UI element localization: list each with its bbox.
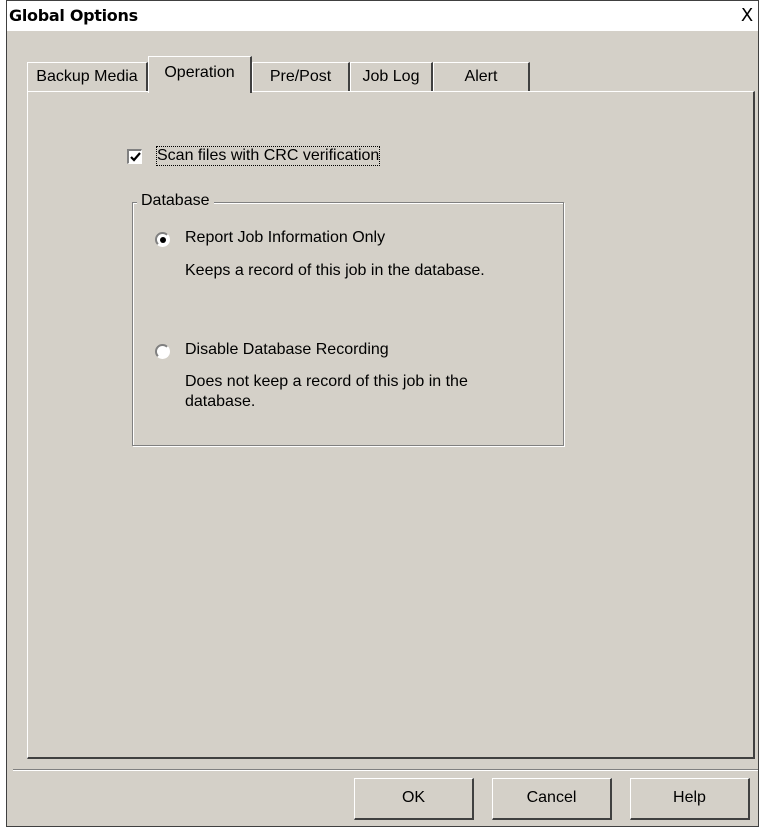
operation-tab-panel: Scan files with CRC verification Databas… (27, 91, 755, 759)
tab-pre-post[interactable]: Pre/Post (252, 62, 350, 91)
tab-backup-media[interactable]: Backup Media (27, 62, 148, 91)
title-bar: Global Options X (7, 1, 758, 31)
disable-db-recording-description: Does not keep a record of this job in th… (185, 373, 468, 410)
button-separator (13, 769, 758, 771)
close-icon[interactable]: X (738, 7, 756, 26)
report-job-info-radio[interactable] (155, 232, 170, 247)
database-group-title: Database (137, 192, 214, 210)
global-options-dialog: Global Options X Backup Media Operation … (6, 0, 759, 827)
report-job-info-label[interactable]: Report Job Information Only (185, 229, 385, 247)
help-button[interactable]: Help (630, 778, 750, 820)
radio-selected-dot (160, 237, 166, 243)
database-groupbox: Database Report Job Information Only Kee… (132, 192, 564, 446)
tab-job-log[interactable]: Job Log (350, 62, 433, 91)
window-title: Global Options (9, 6, 138, 25)
tab-alert[interactable]: Alert (433, 62, 530, 91)
crc-verification-checkbox[interactable] (127, 149, 142, 164)
crc-verification-label[interactable]: Scan files with CRC verification (155, 146, 381, 166)
tab-operation[interactable]: Operation (148, 56, 252, 93)
checkmark-icon (130, 152, 141, 162)
ok-button[interactable]: OK (354, 778, 474, 820)
disable-db-recording-label[interactable]: Disable Database Recording (185, 341, 389, 359)
disable-db-recording-radio[interactable] (155, 344, 170, 359)
report-job-info-description: Keeps a record of this job in the databa… (185, 262, 485, 279)
cancel-button[interactable]: Cancel (492, 778, 612, 820)
